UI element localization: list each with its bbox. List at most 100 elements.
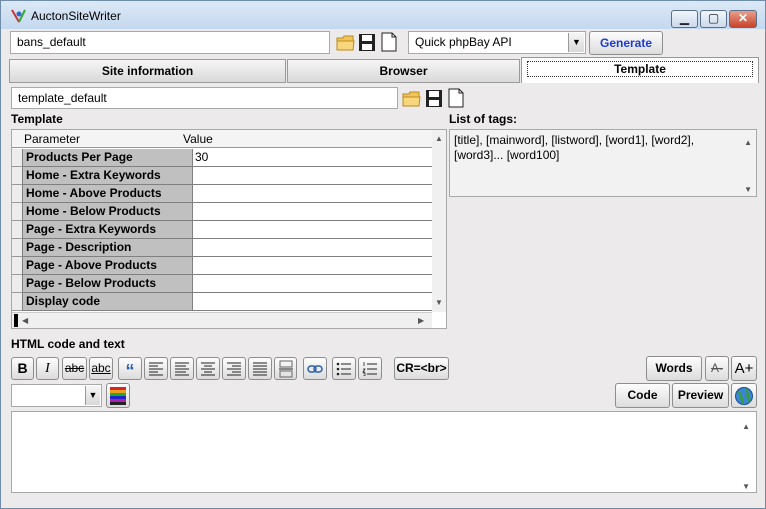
scroll-up-icon[interactable]: ▲ bbox=[744, 135, 752, 150]
link-button[interactable] bbox=[303, 357, 327, 380]
open-folder-icon[interactable] bbox=[401, 87, 421, 109]
align-center-button[interactable] bbox=[196, 357, 220, 380]
browser-preview-button[interactable] bbox=[731, 383, 757, 408]
parameter-value-cell[interactable] bbox=[193, 257, 439, 275]
close-button[interactable]: ✕ bbox=[729, 10, 757, 28]
quote-button[interactable]: “ bbox=[118, 357, 142, 381]
justify-icon bbox=[253, 362, 267, 376]
column-header-parameter: Parameter bbox=[24, 132, 81, 146]
font-smaller-button[interactable]: A- bbox=[705, 356, 729, 381]
justify-left-button[interactable] bbox=[170, 357, 194, 380]
bullet-list-button[interactable] bbox=[332, 357, 356, 380]
scroll-up-icon[interactable]: ▲ bbox=[742, 422, 750, 431]
bold-button[interactable]: B bbox=[11, 357, 34, 380]
parameter-name-cell: Page - Description bbox=[22, 239, 193, 257]
strikethrough-button[interactable]: abc bbox=[62, 357, 87, 380]
app-window: AuctonSiteWriter ▁ ▢ ✕ bans_default Quic… bbox=[0, 0, 766, 509]
chevron-down-icon[interactable]: ▼ bbox=[568, 33, 584, 52]
generate-button[interactable]: Generate bbox=[589, 31, 663, 55]
font-select[interactable]: ▼ bbox=[11, 384, 102, 407]
scroll-up-icon[interactable]: ▲ bbox=[435, 134, 443, 143]
row-indicator[interactable] bbox=[12, 275, 22, 293]
parameter-value-cell[interactable] bbox=[193, 293, 439, 311]
project-input[interactable]: bans_default bbox=[10, 31, 330, 54]
column-header-value: Value bbox=[183, 132, 213, 146]
parameter-value-cell[interactable] bbox=[193, 221, 439, 239]
underline-button[interactable]: abc bbox=[89, 357, 113, 380]
table-row[interactable]: Home - Above Products bbox=[12, 185, 439, 203]
scroll-left-icon[interactable]: ◀ bbox=[22, 316, 28, 325]
color-picker-button[interactable] bbox=[106, 383, 130, 408]
parameter-value-cell[interactable] bbox=[193, 275, 439, 293]
table-row[interactable]: Page - Extra Keywords bbox=[12, 221, 439, 239]
scroll-thumb[interactable] bbox=[14, 314, 18, 327]
row-indicator[interactable] bbox=[12, 149, 22, 167]
row-indicator[interactable] bbox=[12, 293, 22, 311]
api-select[interactable]: Quick phpBay API ▼ bbox=[408, 31, 586, 54]
parameter-name-cell: Display code bbox=[22, 293, 193, 311]
table-row[interactable]: Home - Extra Keywords bbox=[12, 167, 439, 185]
template-input[interactable]: template_default bbox=[11, 87, 398, 109]
tab-browser[interactable]: Browser bbox=[287, 59, 520, 83]
justify-button[interactable] bbox=[248, 357, 272, 380]
row-indicator[interactable] bbox=[12, 239, 22, 257]
horizontal-rule-button[interactable] bbox=[274, 357, 297, 380]
chevron-down-icon[interactable]: ▼ bbox=[85, 386, 100, 405]
tab-site-information[interactable]: Site information bbox=[9, 59, 286, 83]
row-indicator[interactable] bbox=[12, 203, 22, 221]
align-right-button[interactable] bbox=[222, 357, 246, 380]
align-left-button[interactable] bbox=[144, 357, 168, 380]
app-icon bbox=[11, 9, 26, 23]
new-file-icon[interactable] bbox=[379, 31, 399, 53]
words-button[interactable]: Words bbox=[646, 356, 702, 381]
html-editor[interactable]: ▲ ▼ bbox=[11, 411, 757, 493]
vertical-scrollbar[interactable]: ▲ ▼ bbox=[432, 130, 446, 312]
horizontal-scrollbar[interactable]: ◀ ▶ bbox=[12, 312, 432, 328]
parameter-name-cell: Products Per Page bbox=[22, 149, 193, 167]
table-row[interactable]: Home - Below Products bbox=[12, 203, 439, 221]
table-row[interactable]: Page - Below Products bbox=[12, 275, 439, 293]
justify-left-icon bbox=[175, 362, 189, 376]
scroll-down-icon[interactable]: ▼ bbox=[435, 298, 443, 307]
row-indicator[interactable] bbox=[12, 221, 22, 239]
maximize-button[interactable]: ▢ bbox=[700, 10, 727, 28]
parameter-value-cell[interactable]: 30 bbox=[193, 149, 439, 167]
font-larger-button[interactable]: A+ bbox=[731, 356, 757, 381]
row-indicator[interactable] bbox=[12, 167, 22, 185]
preview-button[interactable]: Preview bbox=[672, 383, 729, 408]
table-row[interactable]: Page - Description bbox=[12, 239, 439, 257]
row-indicator[interactable] bbox=[12, 257, 22, 275]
save-icon[interactable] bbox=[357, 31, 377, 53]
tab-template-label: Template bbox=[527, 61, 753, 77]
save-icon[interactable] bbox=[424, 87, 444, 109]
parameter-value-cell[interactable] bbox=[193, 239, 439, 257]
parameter-table[interactable]: Parameter Value Products Per Page 30 Home … bbox=[11, 129, 447, 329]
globe-icon bbox=[735, 387, 753, 405]
cr-br-button[interactable]: CR=<br> bbox=[394, 357, 449, 380]
numbered-list-button[interactable] bbox=[358, 357, 382, 380]
scroll-down-icon[interactable]: ▼ bbox=[744, 182, 752, 197]
parameter-value-cell[interactable] bbox=[193, 167, 439, 185]
table-row[interactable]: Page - Above Products bbox=[12, 257, 439, 275]
parameter-value-cell[interactable] bbox=[193, 185, 439, 203]
table-row[interactable]: Display code bbox=[12, 293, 439, 311]
parameter-name-cell: Page - Above Products bbox=[22, 257, 193, 275]
scroll-right-icon[interactable]: ▶ bbox=[418, 316, 424, 325]
new-file-icon[interactable] bbox=[446, 87, 466, 109]
table-row[interactable]: Products Per Page 30 bbox=[12, 149, 439, 167]
align-center-icon bbox=[201, 362, 215, 376]
italic-button[interactable]: I bbox=[36, 357, 59, 380]
bullet-list-icon bbox=[336, 362, 351, 376]
scroll-down-icon[interactable]: ▼ bbox=[742, 482, 750, 491]
align-left-icon bbox=[149, 362, 163, 376]
row-indicator[interactable] bbox=[12, 185, 22, 203]
parameter-value-cell[interactable] bbox=[193, 203, 439, 221]
api-select-value: Quick phpBay API bbox=[415, 35, 512, 49]
minimize-button[interactable]: ▁ bbox=[671, 10, 698, 28]
window-title: AuctonSiteWriter bbox=[31, 9, 121, 23]
parameter-name-cell: Home - Above Products bbox=[22, 185, 193, 203]
code-button[interactable]: Code bbox=[615, 383, 670, 408]
tags-list[interactable]: [title], [mainword], [listword], [word1]… bbox=[449, 129, 757, 197]
open-folder-icon[interactable] bbox=[335, 31, 355, 53]
tab-template[interactable]: Template bbox=[521, 57, 759, 83]
